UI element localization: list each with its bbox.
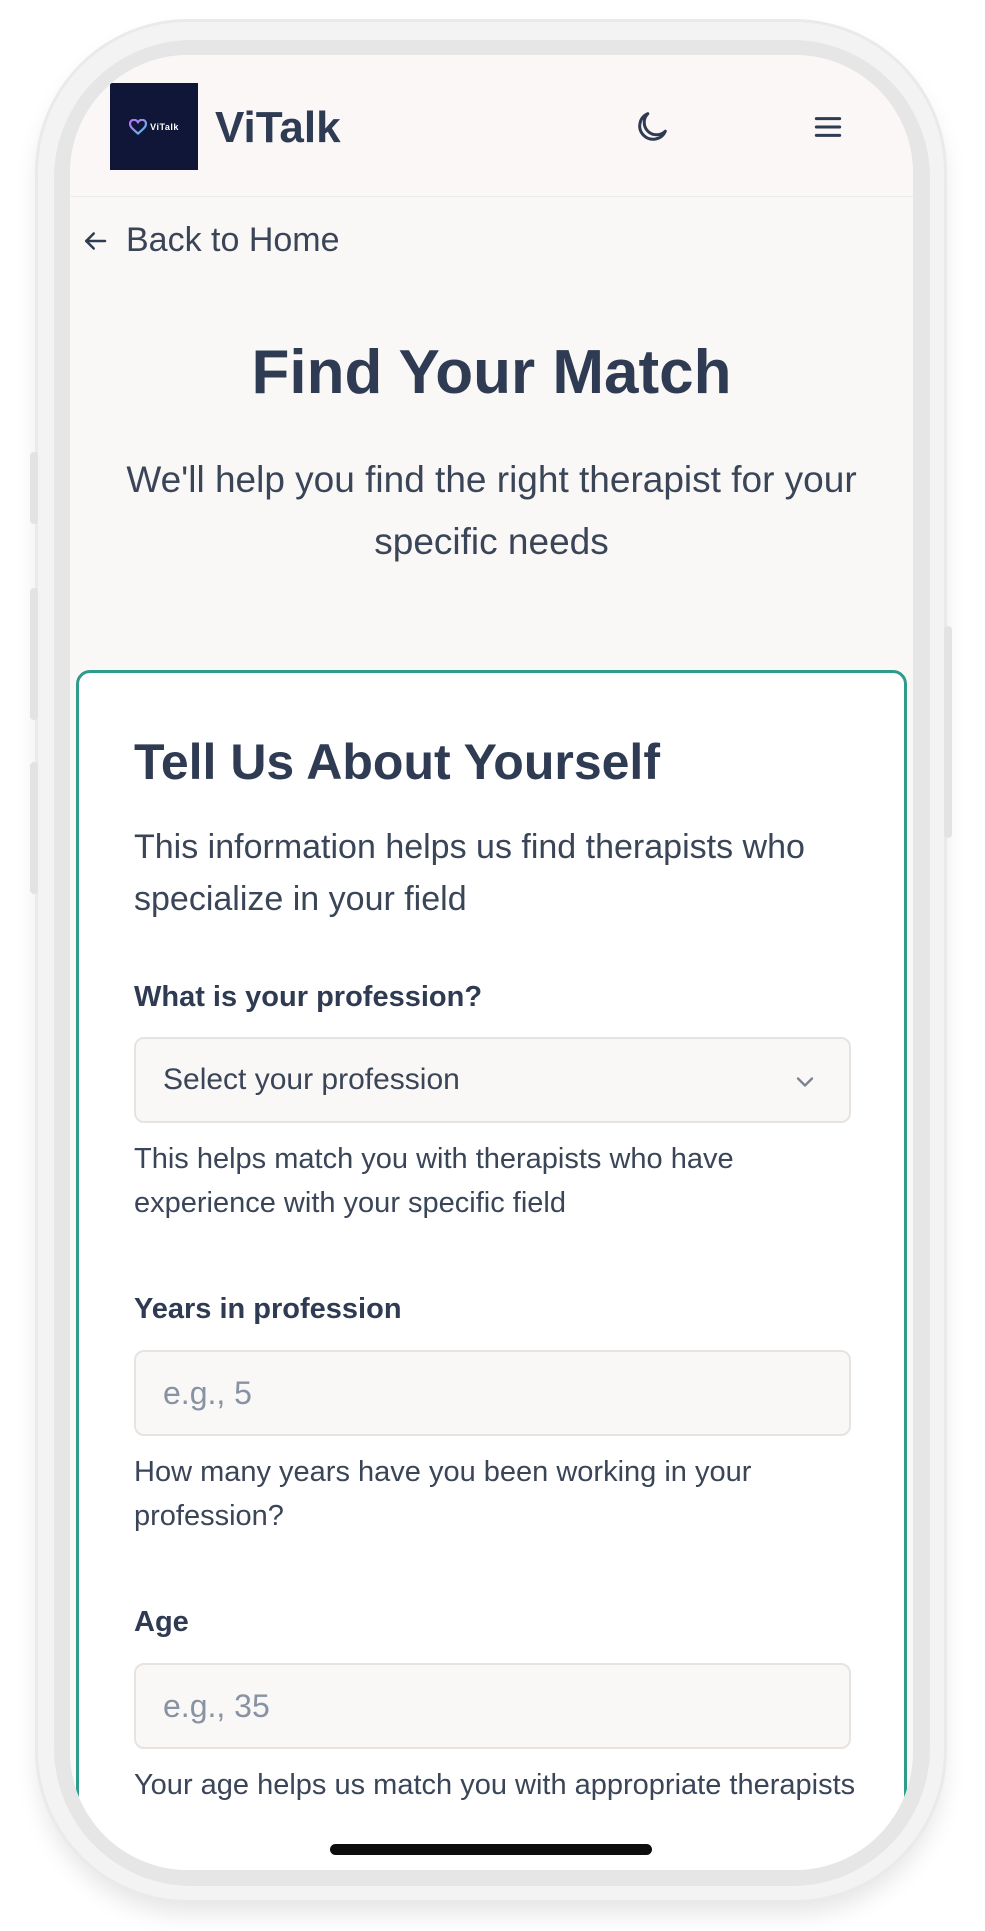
- phone-side-button: [30, 588, 38, 720]
- phone-side-button: [30, 452, 38, 524]
- heart-logo-icon: [129, 118, 148, 135]
- brand-name[interactable]: ViTalk: [215, 103, 341, 153]
- age-input[interactable]: [134, 1663, 851, 1749]
- back-to-home-link[interactable]: Back to Home: [80, 221, 340, 260]
- back-link-label: Back to Home: [126, 221, 340, 259]
- app-header: ViTalk ViTalk: [70, 55, 913, 197]
- menu-button[interactable]: [808, 107, 848, 147]
- page-subtitle: We'll help you find the right therapist …: [126, 459, 857, 562]
- phone-screen: ViTalk ViTalk Back to Home Find Your Mat…: [70, 55, 913, 1870]
- years-input[interactable]: [134, 1350, 851, 1436]
- page-title: Find Your Match: [251, 338, 732, 407]
- theme-toggle-button[interactable]: [632, 107, 672, 147]
- form-description: This information helps us find therapist…: [134, 828, 805, 918]
- profession-label: What is your profession?: [134, 981, 483, 1013]
- logo-text: ViTalk: [150, 121, 179, 132]
- chevron-down-icon: [796, 1077, 814, 1087]
- profile-form-card: Tell Us About Yourself This information …: [76, 670, 907, 1870]
- hamburger-menu-icon: [814, 117, 842, 137]
- profession-select-value: Select your profession: [163, 1063, 460, 1096]
- arrow-left-icon: [85, 231, 107, 250]
- years-help-text: How many years have you been working in …: [134, 1456, 752, 1532]
- logo[interactable]: ViTalk: [110, 83, 198, 170]
- profession-select[interactable]: Select your profession: [134, 1037, 851, 1123]
- years-label: Years in profession: [134, 1293, 402, 1325]
- moon-icon: [638, 112, 667, 141]
- phone-side-button: [944, 626, 952, 838]
- phone-side-button: [30, 762, 38, 894]
- home-indicator[interactable]: [330, 1844, 652, 1855]
- age-label: Age: [134, 1606, 189, 1638]
- profession-help-text: This helps match you with therapists who…: [134, 1143, 734, 1219]
- age-help-text: Your age helps us match you with appropr…: [134, 1769, 856, 1801]
- form-title: Tell Us About Yourself: [134, 734, 660, 790]
